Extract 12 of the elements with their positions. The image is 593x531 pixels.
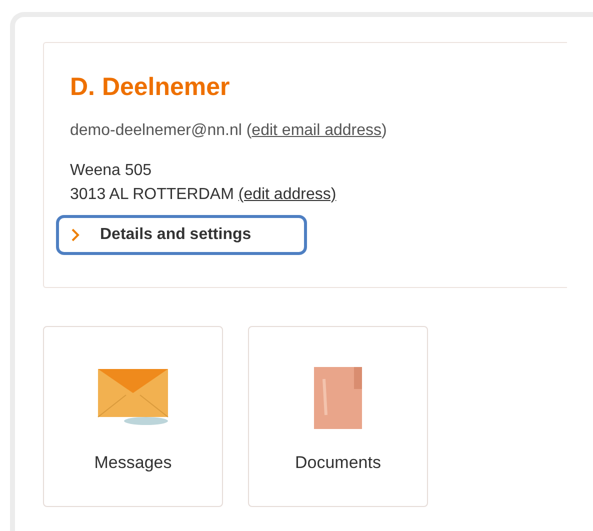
tile-label: Documents	[295, 453, 381, 473]
person-name: D. Deelnemer	[70, 72, 231, 102]
tile-card[interactable]: Messages	[43, 326, 223, 507]
address-line: 3013 AL ROTTERDAM (edit address)	[70, 185, 338, 205]
address-line: Weena 505	[70, 161, 153, 181]
email-text: demo-deelnemer@nn.nl (edit email address)	[70, 121, 388, 141]
edit-email-link[interactable]: edit email address	[252, 122, 382, 139]
edit-address-link[interactable]: (edit address)	[238, 186, 336, 203]
tile-label: Messages	[94, 453, 172, 473]
chevron-icon	[71, 228, 80, 242]
tile-card[interactable]: Documents	[248, 326, 428, 507]
details-button[interactable]: Details and settings	[56, 215, 307, 255]
